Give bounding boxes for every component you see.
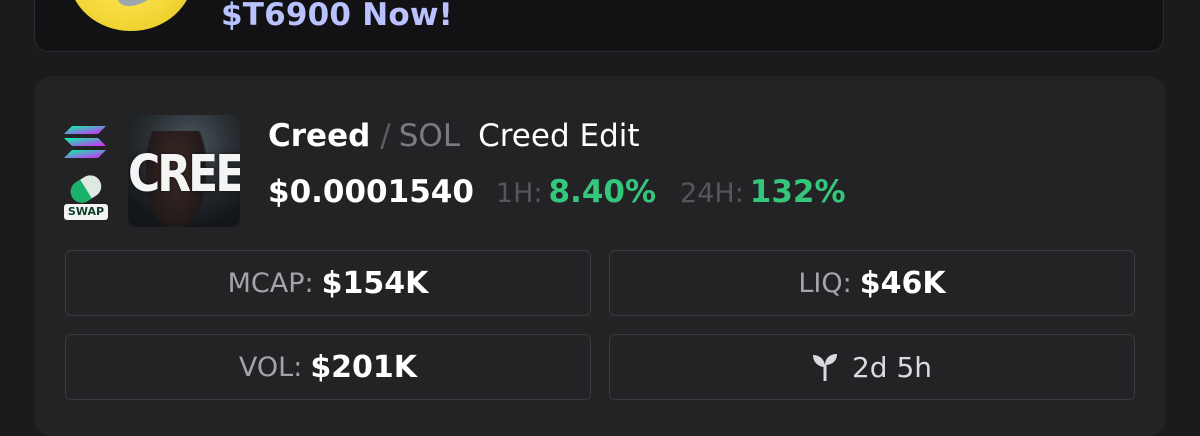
mcap-stat: MCAP: $154K — [65, 250, 591, 316]
change-1h-value: 8.40% — [548, 174, 657, 210]
promo-token-avatar — [69, 0, 193, 31]
promo-card[interactable]: $T6900 Now! — [34, 0, 1164, 52]
shark-icon — [114, 0, 154, 10]
solana-icon — [64, 126, 106, 158]
change-24h-label: 24H: — [680, 178, 744, 209]
promo-text[interactable]: $T6900 Now! — [221, 0, 453, 33]
liq-label: LIQ: — [798, 267, 852, 299]
price-row: $0.0001540 1H: 8.40% 24H: 132% — [268, 174, 846, 218]
pair-separator: / — [380, 118, 391, 154]
vol-stat: VOL: $201K — [65, 334, 591, 400]
vol-value: $201K — [310, 349, 418, 385]
swap-badge[interactable]: SWAP — [64, 171, 108, 222]
liq-stat: LIQ: $46K — [609, 250, 1135, 316]
swap-label: SWAP — [64, 204, 108, 220]
token-description: Creed Edit — [478, 118, 640, 154]
pill-icon — [66, 171, 106, 207]
change-24h-value: 132% — [749, 174, 846, 210]
token-title-row: Creed / SOL Creed Edit — [268, 118, 640, 162]
mcap-value: $154K — [321, 265, 429, 301]
age-value: 2d 5h — [851, 350, 933, 384]
token-price: $0.0001540 — [268, 174, 474, 210]
liq-value: $46K — [859, 265, 946, 301]
mcap-label: MCAP: — [227, 267, 314, 299]
sprout-icon — [812, 354, 837, 381]
vol-label: VOL: — [238, 351, 303, 383]
token-image-text: CREED — [128, 145, 240, 204]
change-1h-label: 1H: — [495, 178, 543, 209]
pair-quote: SOL — [398, 118, 461, 154]
token-name[interactable]: Creed — [268, 118, 370, 154]
token-image: CREED — [128, 115, 240, 227]
age-stat: 2d 5h — [609, 334, 1135, 400]
